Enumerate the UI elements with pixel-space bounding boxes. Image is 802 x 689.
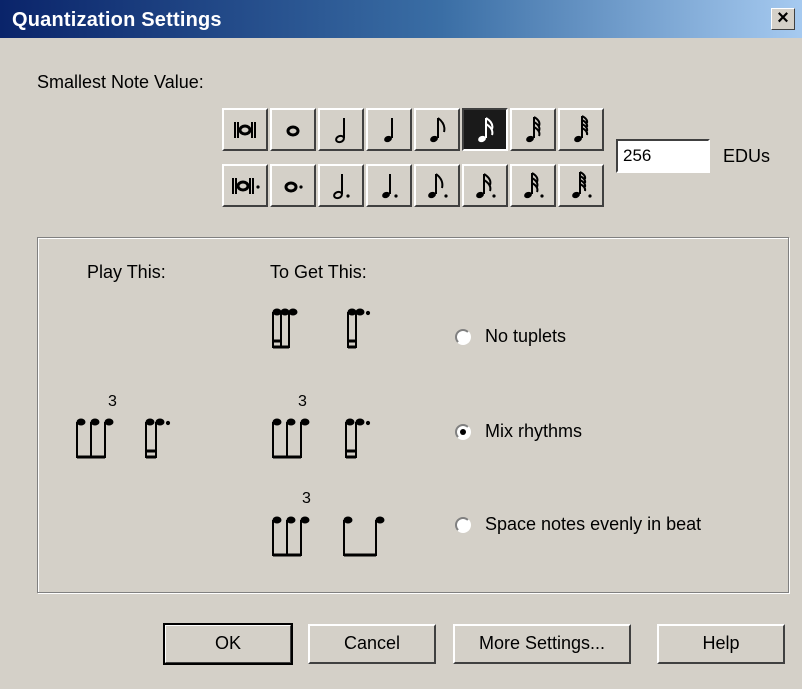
edu-unit-label: EDUs: [723, 146, 771, 166]
quarter-note-button[interactable]: [366, 108, 412, 151]
ok-button[interactable]: OK: [163, 623, 293, 665]
dotted-half-note-icon: [333, 174, 350, 200]
radio-space-evenly[interactable]: Space notes evenly in beat: [455, 514, 701, 535]
dotted-whole-note-icon: [284, 181, 303, 193]
dotted-quarter-note-button[interactable]: [366, 164, 412, 207]
radio-space-evenly-label: Space notes evenly in beat: [485, 514, 702, 534]
dotted-eighth-note-icon: [428, 173, 448, 199]
dotted-sixteenth-note-icon: [476, 173, 496, 199]
dotted-whole-note-button[interactable]: [270, 164, 316, 207]
eighth-note-icon: [430, 117, 446, 143]
help-button[interactable]: Help: [657, 624, 785, 664]
window-title: Quantization Settings: [12, 9, 222, 31]
close-button[interactable]: ×: [771, 8, 795, 30]
radio-no-tuplets-circle[interactable]: [455, 328, 471, 345]
thirty-second-note-icon: [526, 116, 541, 143]
dotted-thirty-second-note-icon: [524, 172, 544, 199]
dotted-quarter-note-icon: [382, 174, 398, 199]
dotted-sixty-fourth-note-button[interactable]: [558, 164, 604, 207]
half-note-icon: [335, 118, 345, 144]
thirty-second-note-button[interactable]: [510, 108, 556, 151]
sixteenth-note-icon: [478, 117, 494, 143]
dotted-thirty-second-note-button[interactable]: [510, 164, 556, 207]
smallest-note-label: Smallest Note Value:: [37, 72, 204, 92]
radio-mix-rhythms-label: Mix rhythms: [485, 421, 583, 441]
space-evenly-notation-icon: [272, 516, 385, 557]
sixty-fourth-note-icon: [574, 115, 589, 143]
radio-no-tuplets-label: No tuplets: [485, 326, 567, 346]
more-settings-button[interactable]: More Settings...: [453, 624, 631, 664]
play-tuplet-number: 3: [108, 393, 117, 410]
play-this-notation-icon: [76, 418, 171, 459]
no-tuplets-notation-icon: [272, 308, 371, 349]
radio-mix-rhythms-circle[interactable]: [455, 423, 471, 440]
even-tuplet-number: 3: [302, 490, 311, 507]
dotted-double-whole-note-icon: [232, 178, 260, 194]
mix-rhythms-notation-icon: [272, 418, 371, 459]
radio-mix-rhythms[interactable]: Mix rhythms: [455, 421, 582, 442]
whole-note-icon: [286, 125, 300, 137]
radio-selected-dot: [460, 428, 466, 435]
play-this-label: Play This:: [87, 262, 166, 282]
dotted-half-note-button[interactable]: [318, 164, 364, 207]
dotted-sixteenth-note-button[interactable]: [462, 164, 508, 207]
title-bar: Quantization Settings ×: [0, 0, 802, 38]
double-whole-note-icon: [234, 122, 256, 138]
sixteenth-note-button[interactable]: [462, 108, 508, 151]
half-note-button[interactable]: [318, 108, 364, 151]
edu-input[interactable]: [616, 139, 710, 173]
radio-space-evenly-circle[interactable]: [455, 516, 471, 533]
cancel-button[interactable]: Cancel: [308, 624, 436, 664]
mix-tuplet-number: 3: [298, 393, 307, 410]
whole-note-button[interactable]: [270, 108, 316, 151]
radio-no-tuplets[interactable]: No tuplets: [455, 326, 566, 347]
dotted-eighth-note-button[interactable]: [414, 164, 460, 207]
quarter-note-icon: [384, 118, 393, 143]
dotted-sixty-fourth-note-icon: [572, 171, 592, 199]
double-whole-note-button[interactable]: [222, 108, 268, 151]
sixty-fourth-note-button[interactable]: [558, 108, 604, 151]
to-get-this-label: To Get This:: [270, 262, 367, 282]
dotted-double-whole-note-button[interactable]: [222, 164, 268, 207]
eighth-note-button[interactable]: [414, 108, 460, 151]
